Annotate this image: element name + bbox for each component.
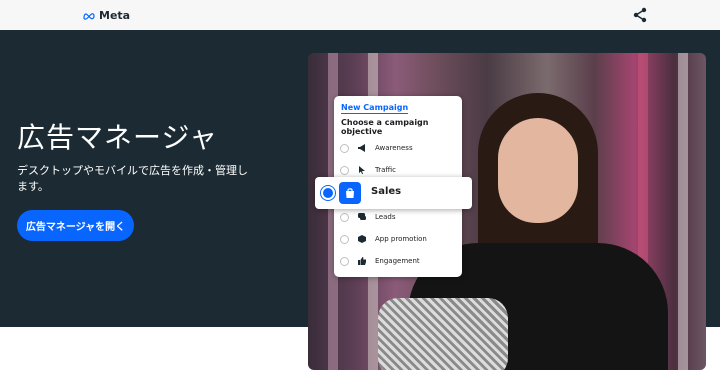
share-icon[interactable] (632, 7, 648, 23)
option-label: Sales (371, 186, 402, 197)
page-title: 広告マネージャ (17, 121, 219, 154)
hero-subtitle: デスクトップやモバイルで広告を作成・管理します。 (17, 164, 248, 193)
meta-logo-icon (83, 12, 95, 20)
radio-button[interactable] (340, 256, 349, 266)
objective-option-engagement[interactable]: Engagement (340, 253, 420, 269)
radio-button[interactable] (340, 165, 349, 175)
shopping-bag-icon (339, 182, 361, 204)
radio-button[interactable] (340, 212, 349, 222)
radio-button-selected[interactable] (323, 188, 333, 198)
objective-option-traffic[interactable]: Traffic (340, 162, 396, 178)
option-label: Leads (375, 213, 396, 221)
top-bar: Meta (0, 0, 720, 31)
megaphone-icon (356, 142, 368, 154)
box-icon (356, 233, 368, 245)
option-label: Engagement (375, 257, 420, 265)
person-face (498, 118, 578, 223)
objective-option-app-promotion[interactable]: App promotion (340, 231, 427, 247)
brand-name: Meta (99, 9, 131, 22)
thumbs-up-icon (356, 255, 368, 267)
objective-option-awareness[interactable]: Awareness (340, 140, 413, 156)
objective-option-leads[interactable]: Leads (340, 209, 395, 225)
objective-option-sales[interactable]: Sales (315, 177, 472, 209)
meta-logo[interactable]: Meta (83, 9, 130, 22)
new-campaign-tab[interactable]: New Campaign (341, 103, 409, 114)
folded-clothes (378, 298, 508, 370)
option-label: Traffic (375, 166, 397, 174)
radio-button[interactable] (340, 234, 349, 244)
option-label: App promotion (375, 235, 427, 243)
clothes-rack-stripe (678, 53, 688, 370)
card-heading: Choose a campaign objective (341, 118, 429, 136)
radio-button[interactable] (340, 143, 349, 153)
chat-icon (356, 211, 368, 223)
open-ads-manager-button[interactable]: 広告マネージャを開く (17, 210, 134, 241)
option-label: Awareness (375, 144, 413, 152)
cursor-icon (356, 164, 368, 176)
